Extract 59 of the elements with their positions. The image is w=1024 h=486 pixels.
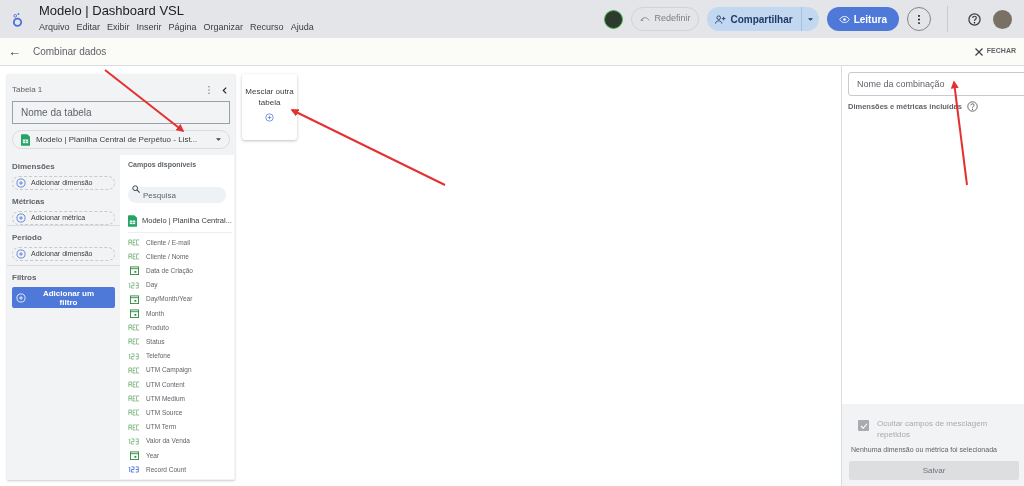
section-title: Filtros — [12, 272, 38, 284]
menu-item[interactable]: Página — [168, 21, 197, 35]
calendar-icon — [129, 294, 139, 304]
text-type-icon — [128, 239, 140, 247]
calendar-icon — [129, 309, 139, 319]
calendar-icon — [129, 450, 139, 460]
menu-item[interactable]: Editar — [76, 21, 101, 35]
close-icon — [974, 47, 983, 56]
checkbox-label: Ocultar campos de mesclagem repetidos — [877, 418, 989, 440]
plus-icon — [16, 292, 26, 303]
avatar[interactable] — [604, 9, 624, 29]
table-title: Tabela 1 — [12, 84, 43, 96]
plus-icon — [16, 213, 26, 223]
plus-icon — [16, 178, 26, 188]
text-type-icon — [128, 253, 140, 261]
menu-item[interactable]: Ajuda — [290, 21, 314, 35]
section-title: Dimensões — [12, 161, 56, 173]
table-name-field[interactable]: Nome da tabela — [12, 101, 230, 124]
text-type-icon — [128, 423, 140, 431]
caret-icon — [807, 17, 813, 21]
read-button[interactable]: Leitura — [826, 7, 899, 31]
add-filter-button[interactable]: Adicionar um filtro — [12, 287, 115, 308]
calendar-icon — [129, 266, 139, 276]
number-type-icon — [128, 352, 140, 360]
caret-icon — [216, 138, 221, 141]
undo-icon — [640, 15, 651, 23]
add-person-icon — [715, 14, 727, 24]
help-icon[interactable] — [968, 12, 981, 26]
number-type-icon — [128, 466, 140, 474]
back-button[interactable]: ← — [8, 41, 21, 62]
menu-item[interactable]: Exibir — [107, 21, 130, 35]
check-icon — [859, 422, 868, 429]
number-type-icon — [128, 437, 140, 445]
eye-icon — [838, 15, 850, 23]
search-icon — [132, 184, 140, 193]
text-type-icon — [128, 338, 140, 346]
menu-item[interactable]: Organizar — [203, 21, 244, 35]
section-title: Período — [12, 232, 43, 244]
text-type-icon — [128, 366, 140, 374]
plus-icon — [265, 113, 274, 122]
number-type-icon — [128, 281, 140, 289]
document-title: Modelo | Dashboard VSL — [39, 3, 186, 20]
menu-item[interactable]: Inserir — [136, 21, 162, 35]
combination-name-field[interactable]: Nome da combinação — [848, 72, 1024, 96]
spreadsheet-icon — [21, 133, 30, 146]
page-title: Combinar dados — [33, 45, 107, 59]
logo-icon — [12, 11, 23, 27]
text-type-icon — [128, 395, 140, 403]
merge-table-card[interactable]: Mesclar outra tabela — [242, 74, 297, 140]
plus-icon — [16, 249, 26, 259]
text-type-icon — [128, 380, 140, 388]
spreadsheet-icon — [128, 214, 137, 227]
text-type-icon — [128, 409, 140, 417]
collapse-icon[interactable] — [222, 86, 227, 94]
section-title: Métricas — [12, 196, 46, 208]
menu-item[interactable]: Arquivo — [39, 21, 70, 35]
menu-item[interactable]: Recurso — [250, 21, 284, 35]
text-type-icon — [128, 324, 140, 332]
search-field[interactable]: Pesquisa — [128, 187, 226, 203]
